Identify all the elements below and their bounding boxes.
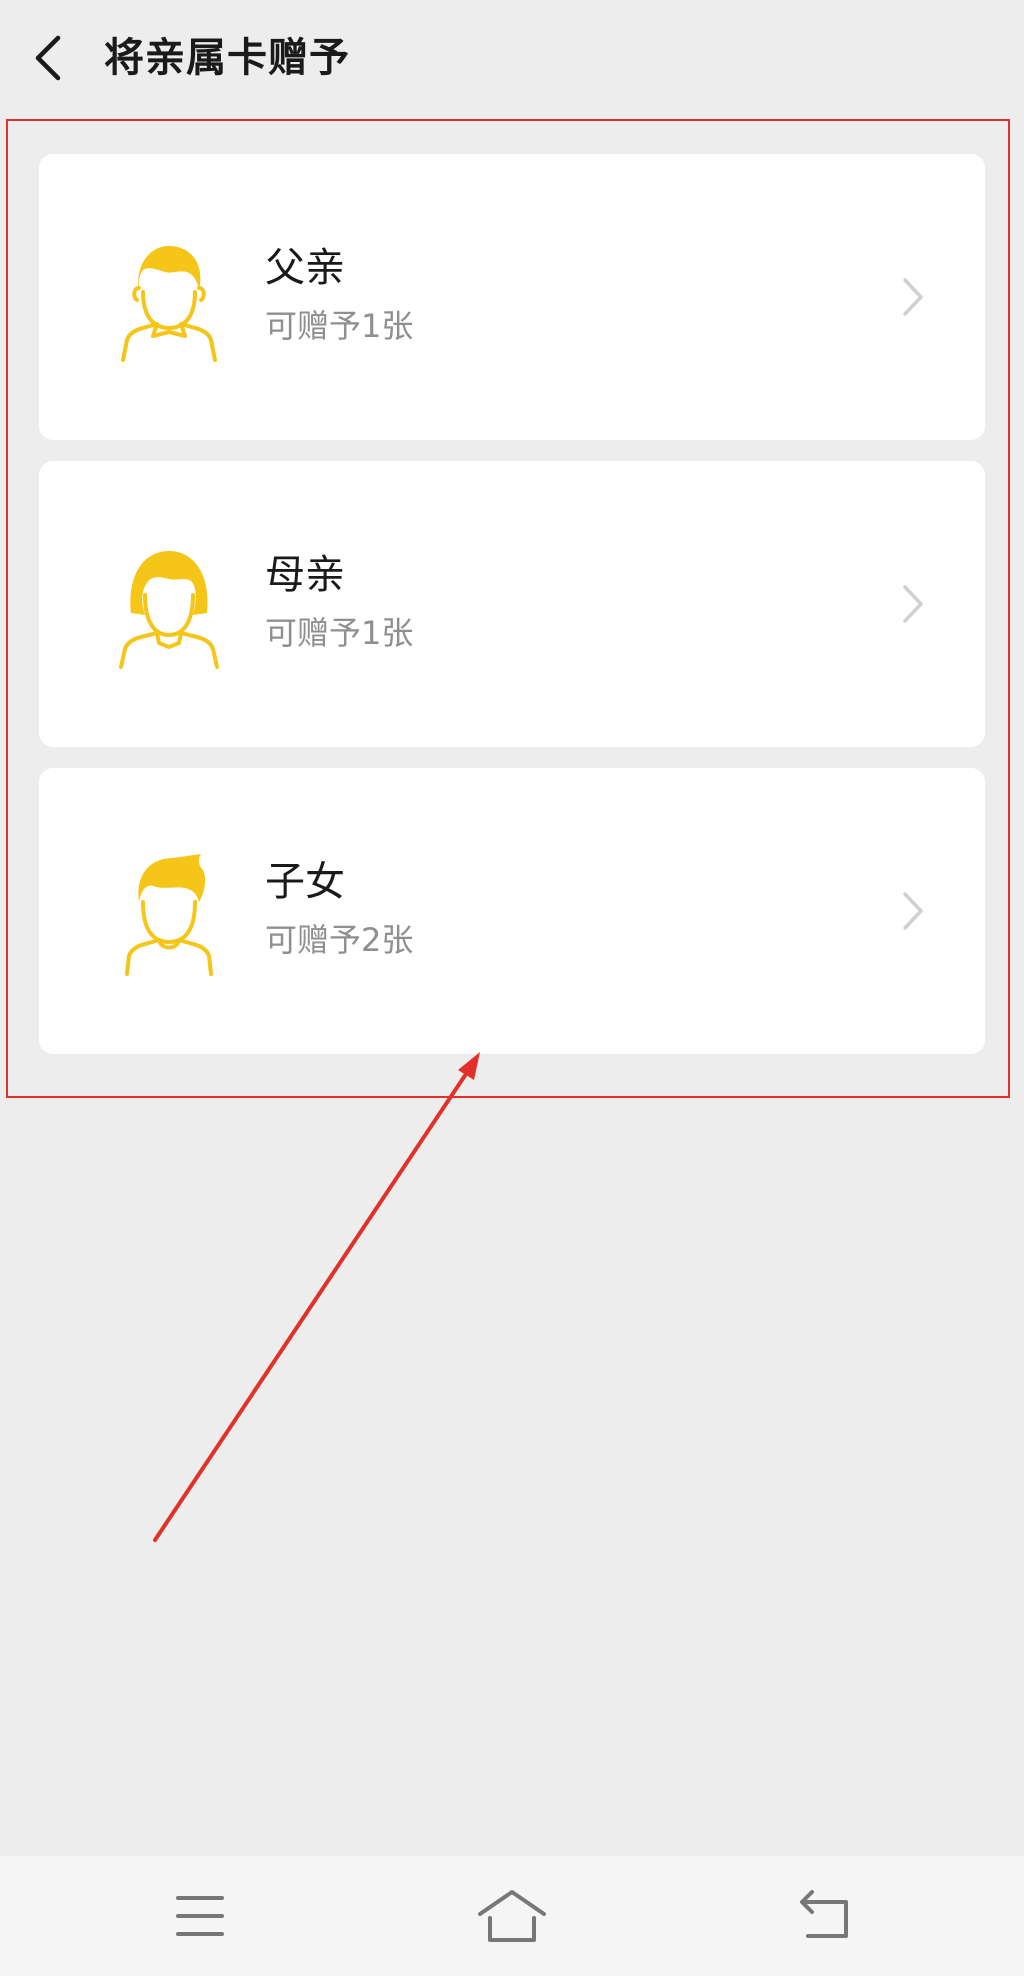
recipient-card-mother[interactable]: 母亲 可赠予1张 [39, 461, 985, 747]
home-icon [478, 1890, 546, 1942]
recipient-quota: 可赠予1张 [265, 614, 414, 652]
recipient-name: 子女 [265, 859, 345, 905]
recipient-card-father[interactable]: 父亲 可赠予1张 [39, 154, 985, 440]
chevron-right-icon [903, 585, 923, 623]
menu-button[interactable] [160, 1880, 240, 1952]
return-button[interactable] [784, 1880, 864, 1952]
father-avatar-icon [121, 246, 217, 362]
back-chevron-icon [35, 35, 61, 81]
recipient-quota: 可赠予2张 [265, 921, 414, 959]
mother-avatar-icon [119, 551, 219, 669]
return-icon [800, 1890, 848, 1938]
recipient-card-child[interactable]: 子女 可赠予2张 [39, 768, 985, 1054]
child-avatar-icon [125, 854, 213, 976]
page-title: 将亲属卡赠予 [104, 35, 350, 81]
recipient-name: 母亲 [265, 552, 345, 598]
recipient-quota: 可赠予1张 [265, 307, 414, 345]
recipient-name: 父亲 [265, 245, 345, 291]
chevron-right-icon [903, 278, 923, 316]
menu-icon [176, 1896, 224, 1936]
system-nav-bar [0, 1856, 1024, 1976]
top-bar: 将亲属卡赠予 [0, 0, 1024, 120]
chevron-right-icon [903, 892, 923, 930]
back-button[interactable] [28, 30, 72, 86]
home-button[interactable] [472, 1880, 552, 1952]
